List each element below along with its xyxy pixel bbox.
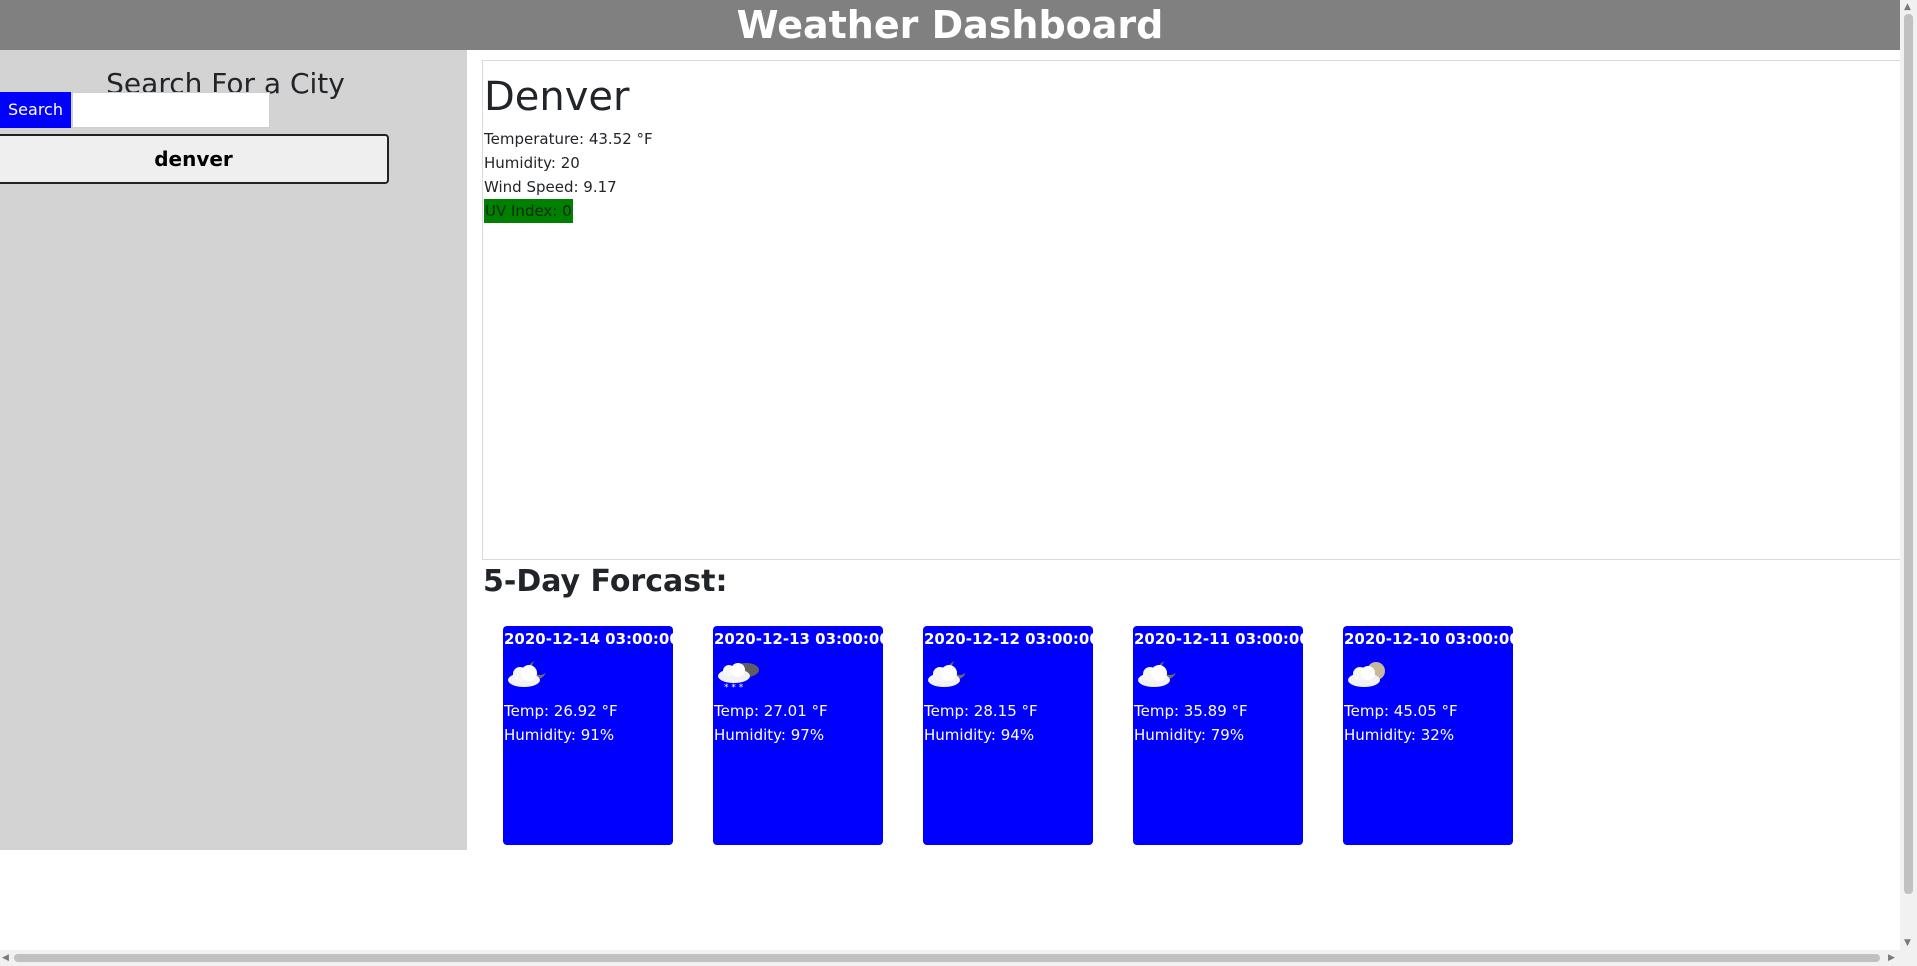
- history-item-denver[interactable]: denver: [0, 134, 389, 184]
- vertical-scrollbar[interactable]: ▲ ▼: [1900, 0, 1917, 950]
- scroll-up-arrow-icon[interactable]: ▲: [1904, 2, 1911, 12]
- forecast-temp: Temp: 27.01 °F: [714, 702, 828, 720]
- page-header: Weather Dashboard: [0, 0, 1900, 50]
- scroll-left-arrow-icon[interactable]: ◀: [2, 953, 9, 963]
- forecast-card: 2020-12-13 03:00:00 * * * Temp: 27.01 °F…: [713, 626, 890, 845]
- forecast-temp: Temp: 45.05 °F: [1344, 702, 1458, 720]
- forecast-temp: Temp: 35.89 °F: [1134, 702, 1248, 720]
- partly-cloudy-night-icon: [1348, 662, 1385, 687]
- forecast-date: 2020-12-10 03:00:00: [1344, 630, 1520, 648]
- forecast-card: 2020-12-10 03:00:00 Temp: 45.05 °F Humid…: [1343, 626, 1520, 845]
- uv-index-badge: UV Index: 0: [484, 199, 573, 223]
- horizontal-scroll-thumb[interactable]: [14, 954, 1880, 962]
- city-search-input[interactable]: [72, 92, 270, 128]
- horizontal-scrollbar[interactable]: ◀ ▶: [0, 950, 1917, 966]
- scroll-right-arrow-icon[interactable]: ▶: [1888, 953, 1895, 963]
- forecast-date: 2020-12-13 03:00:00: [714, 630, 890, 648]
- city-name: Denver: [484, 74, 630, 120]
- current-weather-panel: Denver Temperature: 43.52 °F Humidity: 2…: [482, 60, 1902, 560]
- cloudy-night-icon: [508, 659, 548, 687]
- vertical-scroll-thumb[interactable]: [1904, 14, 1913, 894]
- forecast-card: 2020-12-14 03:00:00 Temp: 26.92 °F Humid…: [503, 626, 680, 845]
- forecast-humidity: Humidity: 32%: [1344, 726, 1455, 744]
- current-temperature: Temperature: 43.52 °F: [484, 130, 653, 148]
- forecast-card: 2020-12-11 03:00:00 Temp: 35.89 °F Humid…: [1133, 626, 1310, 845]
- forecast-date: 2020-12-12 03:00:00: [924, 630, 1100, 648]
- page-title: Weather Dashboard: [736, 3, 1164, 47]
- current-wind-speed: Wind Speed: 9.17: [484, 178, 617, 196]
- search-button[interactable]: Search: [0, 92, 71, 128]
- forecast-card: 2020-12-12 03:00:00 Temp: 28.15 °F Humid…: [923, 626, 1100, 845]
- current-humidity: Humidity: 20: [484, 154, 580, 172]
- search-sidebar: Search For a City Search denver: [0, 50, 467, 850]
- forecast-temp: Temp: 28.15 °F: [924, 702, 1038, 720]
- forecast-humidity: Humidity: 97%: [714, 726, 825, 744]
- forecast-heading: 5-Day Forcast:: [483, 564, 728, 599]
- cloudy-night-icon: [1138, 659, 1178, 687]
- cloudy-night-icon: [928, 659, 968, 687]
- forecast-temp: Temp: 26.92 °F: [504, 702, 618, 720]
- scroll-down-arrow-icon[interactable]: ▼: [1904, 938, 1911, 948]
- svg-text:* * *: * * *: [724, 683, 744, 692]
- forecast-humidity: Humidity: 79%: [1134, 726, 1245, 744]
- forecast-date: 2020-12-11 03:00:00: [1134, 630, 1310, 648]
- forecast-humidity: Humidity: 91%: [504, 726, 615, 744]
- snow-cloud-icon: * * *: [718, 663, 759, 692]
- forecast-humidity: Humidity: 94%: [924, 726, 1035, 744]
- forecast-date: 2020-12-14 03:00:00: [504, 630, 680, 648]
